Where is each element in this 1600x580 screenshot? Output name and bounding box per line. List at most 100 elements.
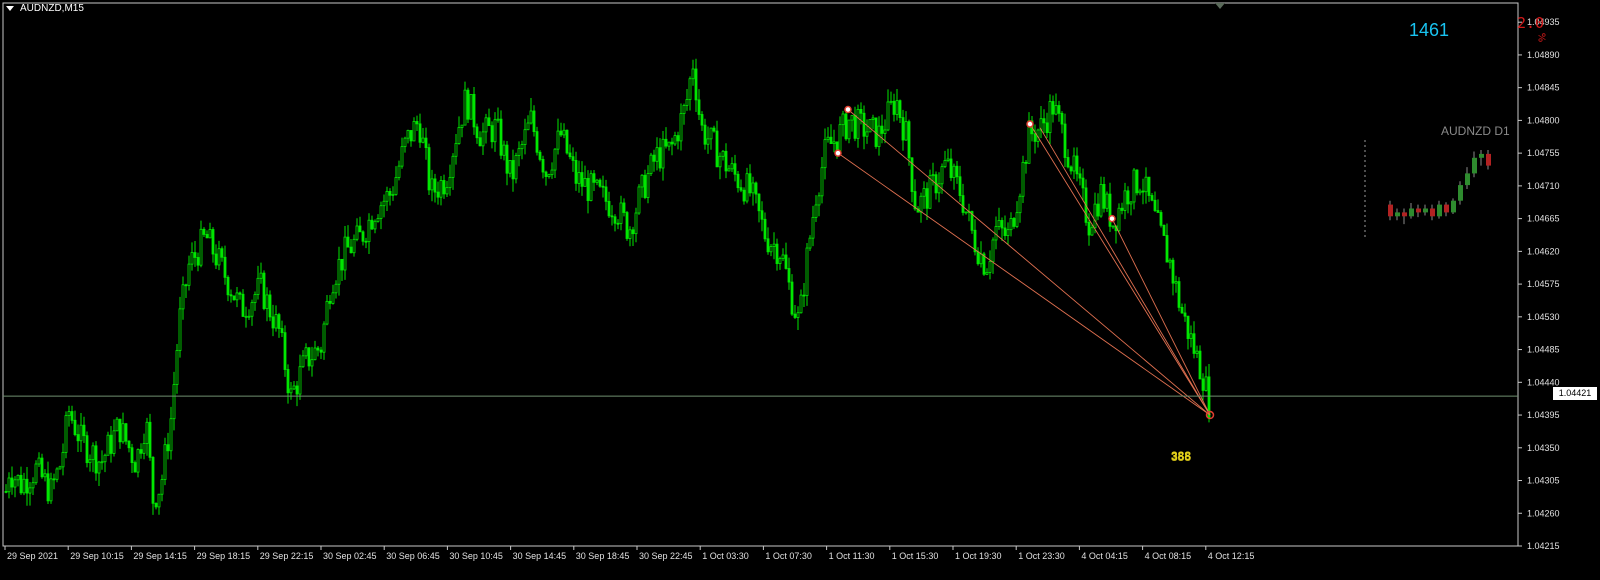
candle-body bbox=[898, 100, 902, 118]
candle-body bbox=[901, 117, 905, 141]
candle-body bbox=[352, 238, 356, 254]
candle-body bbox=[196, 257, 200, 266]
candle-body bbox=[448, 176, 452, 189]
x-tick-label: 4 Oct 04:15 bbox=[1081, 551, 1128, 561]
candle-body bbox=[928, 175, 932, 209]
candle-body bbox=[262, 272, 266, 309]
percent-icon: % bbox=[1535, 32, 1547, 43]
candle-body bbox=[1171, 259, 1175, 284]
candle-body bbox=[700, 114, 704, 126]
candle-body bbox=[958, 176, 962, 196]
candle-body bbox=[925, 188, 929, 209]
candle-body bbox=[406, 130, 410, 139]
chart-menu-triangle-icon[interactable] bbox=[6, 6, 14, 11]
candle-body bbox=[1111, 225, 1115, 228]
candle-body bbox=[787, 268, 791, 283]
candle-body bbox=[40, 457, 44, 478]
candle-body bbox=[751, 182, 755, 194]
pivot-marker[interactable] bbox=[1026, 120, 1034, 128]
candle-body bbox=[790, 281, 794, 315]
candle-body bbox=[334, 283, 338, 294]
candle-body bbox=[415, 121, 419, 125]
candle-body bbox=[670, 141, 674, 145]
candle-body bbox=[709, 127, 713, 140]
candle-body bbox=[940, 166, 944, 185]
candle-body bbox=[796, 312, 800, 318]
candle-body bbox=[79, 424, 83, 442]
candle-body bbox=[49, 478, 53, 502]
candle-body bbox=[616, 222, 620, 225]
candle-body bbox=[778, 258, 782, 264]
candle-body bbox=[202, 228, 206, 235]
candle-body bbox=[811, 217, 815, 239]
fan-line[interactable] bbox=[1039, 127, 1211, 416]
fan-line[interactable] bbox=[1029, 123, 1211, 416]
pivot-marker[interactable] bbox=[844, 105, 852, 114]
candle-body bbox=[559, 130, 563, 136]
candle-body bbox=[688, 78, 692, 100]
candle-body bbox=[61, 452, 65, 468]
candle-body bbox=[973, 229, 977, 253]
candle-body bbox=[643, 174, 647, 198]
candle-body bbox=[841, 113, 845, 126]
candle-body bbox=[499, 118, 503, 156]
candle-body bbox=[400, 146, 404, 167]
candle-body bbox=[907, 121, 911, 159]
candle-body bbox=[478, 137, 482, 147]
candle-body bbox=[172, 384, 176, 420]
candle-body bbox=[424, 137, 428, 148]
candle-body bbox=[1105, 193, 1109, 209]
candle-body bbox=[826, 136, 830, 141]
candle-body bbox=[850, 115, 854, 121]
candle-body bbox=[817, 195, 821, 206]
chart-shift-marker[interactable] bbox=[1215, 3, 1225, 9]
candle-body bbox=[502, 144, 506, 156]
candle-body bbox=[304, 347, 308, 357]
candle-body bbox=[883, 129, 887, 134]
candle-body bbox=[190, 252, 194, 265]
candle-body bbox=[55, 468, 59, 480]
pivot-marker[interactable] bbox=[1108, 214, 1116, 223]
candle-body bbox=[586, 178, 590, 201]
candle-body bbox=[124, 423, 128, 442]
candle-body bbox=[1090, 227, 1094, 236]
candle-body bbox=[10, 477, 14, 488]
candle-body bbox=[1051, 101, 1055, 115]
candle-body bbox=[565, 129, 569, 154]
candle-body bbox=[952, 165, 956, 178]
candle-body bbox=[691, 68, 695, 80]
x-tick-label: 29 Sep 14:15 bbox=[133, 551, 187, 561]
pivot-marker[interactable] bbox=[834, 149, 842, 157]
candle-body bbox=[271, 316, 275, 329]
candle-body bbox=[277, 314, 281, 329]
candle-body bbox=[1147, 176, 1151, 196]
candle-body bbox=[496, 118, 500, 121]
candle-body bbox=[1195, 350, 1199, 354]
candle-body bbox=[997, 220, 1001, 227]
y-tick-label: 1.04665 bbox=[1527, 214, 1560, 224]
candle-body bbox=[349, 246, 353, 254]
candle-body bbox=[583, 178, 587, 187]
candle-body bbox=[31, 482, 35, 489]
price-chart[interactable]: 1.049351.048901.048451.048001.047551.047… bbox=[0, 0, 1600, 580]
candle-body bbox=[949, 158, 953, 178]
candle-body bbox=[331, 292, 335, 304]
candle-body bbox=[517, 148, 521, 156]
candle-body bbox=[151, 456, 155, 504]
candle-body bbox=[157, 493, 161, 508]
candle-body bbox=[100, 461, 104, 464]
candle-body bbox=[397, 165, 401, 178]
candle-body bbox=[1129, 201, 1133, 205]
candle-body bbox=[592, 173, 596, 183]
candle-body bbox=[805, 247, 809, 296]
candle-body bbox=[421, 137, 425, 143]
candle-body bbox=[829, 136, 833, 144]
candle-body bbox=[217, 248, 221, 266]
mini-chart-label: AUDNZD D1 bbox=[1441, 124, 1510, 138]
fan-line[interactable] bbox=[1111, 218, 1211, 416]
y-tick-label: 1.04890 bbox=[1527, 50, 1560, 60]
candle-body bbox=[712, 127, 716, 132]
candle-body bbox=[385, 191, 389, 202]
candle-body bbox=[1048, 101, 1052, 134]
candle-body bbox=[472, 93, 476, 128]
